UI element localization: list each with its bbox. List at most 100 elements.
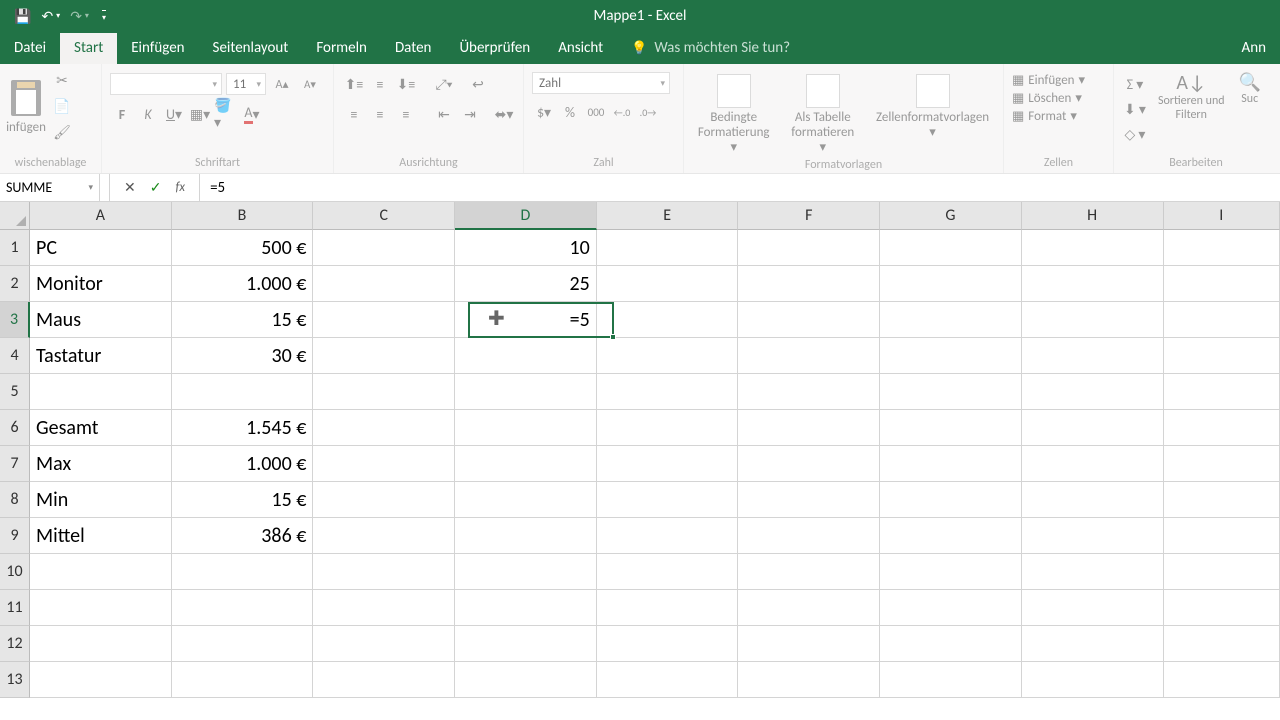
colhead-g[interactable]: G [880, 202, 1022, 230]
cell-D2[interactable]: 25 [455, 266, 597, 302]
cell-D9[interactable] [455, 518, 597, 554]
cell-B10[interactable] [172, 554, 314, 590]
cell-A6[interactable]: Gesamt [30, 410, 172, 446]
cell-B13[interactable] [172, 662, 314, 698]
colhead-d[interactable]: D [455, 202, 597, 230]
enter-formula-button[interactable]: ✓ [150, 179, 162, 196]
cell-B3[interactable]: 15 € [172, 302, 314, 338]
cell-E8[interactable] [597, 482, 739, 518]
cell-G9[interactable] [880, 518, 1022, 554]
colhead-h[interactable]: H [1022, 202, 1164, 230]
cell-I8[interactable] [1164, 482, 1280, 518]
name-box[interactable]: SUMME [0, 174, 100, 201]
cell-F3[interactable] [738, 302, 880, 338]
cell-A5[interactable] [30, 374, 172, 410]
font-name-combo[interactable] [110, 73, 222, 95]
cell-I13[interactable] [1164, 662, 1280, 698]
percent-format-button[interactable]: % [558, 100, 582, 124]
cell-I6[interactable] [1164, 410, 1280, 446]
cell-H7[interactable] [1022, 446, 1164, 482]
cell-B11[interactable] [172, 590, 314, 626]
cell-I12[interactable] [1164, 626, 1280, 662]
cut-button[interactable]: ✂ [50, 68, 74, 92]
cell-F1[interactable] [738, 230, 880, 266]
rowhead-5[interactable]: 5 [0, 374, 30, 410]
cell-A11[interactable] [30, 590, 172, 626]
cell-G10[interactable] [880, 554, 1022, 590]
cell-E2[interactable] [597, 266, 739, 302]
cell-G6[interactable] [880, 410, 1022, 446]
cell-B1[interactable]: 500 € [172, 230, 314, 266]
tab-pagelayout[interactable]: Seitenlayout [199, 33, 303, 64]
rowhead-4[interactable]: 4 [0, 338, 30, 374]
cell-B9[interactable]: 386 € [172, 518, 314, 554]
cell-I2[interactable] [1164, 266, 1280, 302]
rowhead-9[interactable]: 9 [0, 518, 30, 554]
format-painter-button[interactable]: 🖌 [50, 120, 74, 144]
font-color-button[interactable]: A▾ [240, 102, 264, 126]
format-cells-button[interactable]: ▦Format ▾ [1010, 108, 1079, 125]
rowhead-2[interactable]: 2 [0, 266, 30, 302]
colhead-f[interactable]: F [738, 202, 880, 230]
cell-H10[interactable] [1022, 554, 1164, 590]
wrap-text-button[interactable]: ↩ [466, 72, 490, 96]
cell-C3[interactable] [313, 302, 455, 338]
align-top-button[interactable]: ⬆≡ [342, 72, 366, 96]
bold-button[interactable]: F [110, 102, 134, 126]
rowhead-10[interactable]: 10 [0, 554, 30, 590]
cell-E5[interactable] [597, 374, 739, 410]
cell-E12[interactable] [597, 626, 739, 662]
colhead-c[interactable]: C [313, 202, 455, 230]
rowhead-12[interactable]: 12 [0, 626, 30, 662]
align-bottom-button[interactable]: ⬇≡ [394, 72, 418, 96]
cell-B2[interactable]: 1.000 € [172, 266, 314, 302]
cancel-formula-button[interactable]: ✕ [124, 179, 136, 196]
insert-cells-button[interactable]: ▦Einfügen ▾ [1010, 72, 1087, 89]
cell-G8[interactable] [880, 482, 1022, 518]
sort-filter-button[interactable]: A↓ Sortieren und Filtern [1152, 72, 1231, 123]
cell-F11[interactable] [738, 590, 880, 626]
tab-view[interactable]: Ansicht [544, 33, 617, 64]
cell-D8[interactable] [455, 482, 597, 518]
cell-B12[interactable] [172, 626, 314, 662]
delete-cells-button[interactable]: ▦Löschen ▾ [1010, 90, 1084, 107]
cell-C9[interactable] [313, 518, 455, 554]
cell-C7[interactable] [313, 446, 455, 482]
cell-B6[interactable]: 1.545 € [172, 410, 314, 446]
cell-G7[interactable] [880, 446, 1022, 482]
cell-D7[interactable] [455, 446, 597, 482]
cell-F6[interactable] [738, 410, 880, 446]
redo-button[interactable]: ↷▾ [70, 8, 89, 25]
rowhead-1[interactable]: 1 [0, 230, 30, 266]
cell-I11[interactable] [1164, 590, 1280, 626]
cell-C2[interactable] [313, 266, 455, 302]
number-format-combo[interactable]: Zahl [532, 72, 670, 94]
cell-A13[interactable] [30, 662, 172, 698]
cell-D10[interactable] [455, 554, 597, 590]
align-center-button[interactable]: ≡ [368, 102, 392, 126]
cell-C4[interactable] [313, 338, 455, 374]
cell-F10[interactable] [738, 554, 880, 590]
indent-decrease-button[interactable]: ⇤ [432, 102, 456, 126]
cell-C6[interactable] [313, 410, 455, 446]
cell-D5[interactable] [455, 374, 597, 410]
grow-font-button[interactable]: A▴ [270, 72, 294, 96]
cell-B5[interactable] [172, 374, 314, 410]
cell-H11[interactable] [1022, 590, 1164, 626]
conditional-formatting-button[interactable]: Bedingte Formatierung▾ [692, 70, 776, 156]
cell-D4[interactable] [455, 338, 597, 374]
cell-B7[interactable]: 1.000 € [172, 446, 314, 482]
cell-H9[interactable] [1022, 518, 1164, 554]
tab-file[interactable]: Datei [0, 33, 60, 64]
cell-G3[interactable] [880, 302, 1022, 338]
cell-C1[interactable] [313, 230, 455, 266]
tell-me-search[interactable]: Was möchten Sie tun? [617, 33, 804, 64]
cells-area[interactable]: PC500 €10Monitor1.000 €25Maus15 €=5Tasta… [30, 230, 1280, 720]
cell-A7[interactable]: Max [30, 446, 172, 482]
cell-I10[interactable] [1164, 554, 1280, 590]
colhead-e[interactable]: E [597, 202, 739, 230]
cell-H13[interactable] [1022, 662, 1164, 698]
cell-H1[interactable] [1022, 230, 1164, 266]
cell-G12[interactable] [880, 626, 1022, 662]
tab-insert[interactable]: Einfügen [117, 33, 198, 64]
